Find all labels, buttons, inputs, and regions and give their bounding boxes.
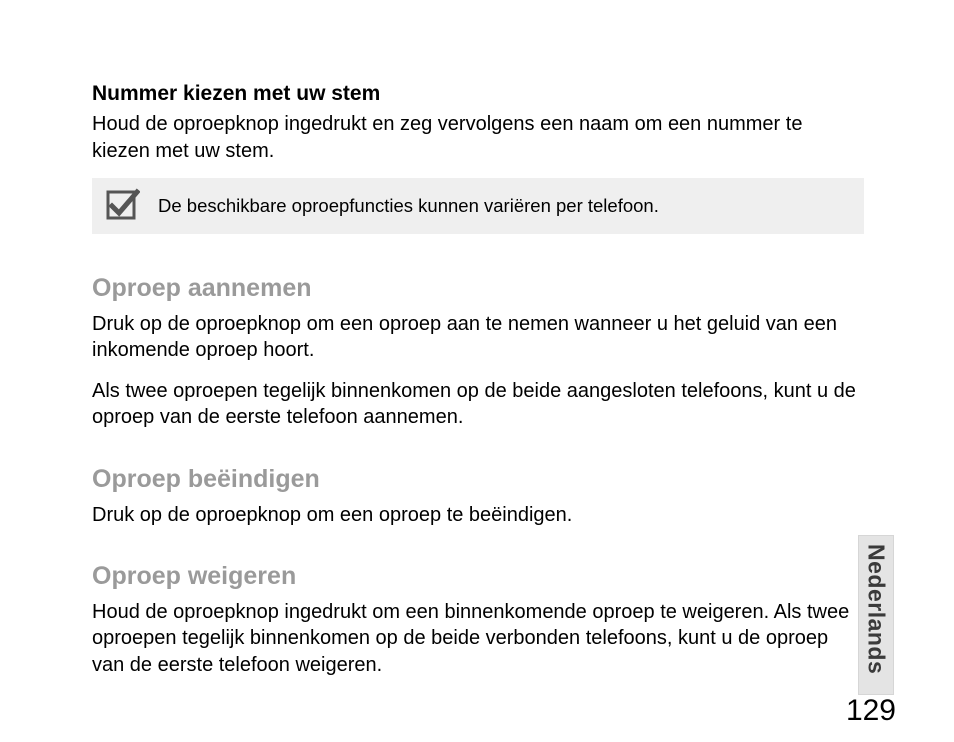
- section1-body: Houd de oproepknop ingedrukt en zeg verv…: [92, 111, 864, 164]
- language-label: Nederlands: [863, 536, 890, 674]
- note-text: De beschikbare oproepfuncties kunnen var…: [158, 190, 659, 219]
- note-box: De beschikbare oproepfuncties kunnen var…: [92, 178, 864, 234]
- section2-body2: Als twee oproepen tegelijk binnenkomen o…: [92, 378, 864, 431]
- section1-title: Nummer kiezen met uw stem: [92, 80, 864, 107]
- section2-title: Oproep aannemen: [92, 274, 864, 303]
- checkmark-box-icon: [106, 188, 140, 222]
- section4-body: Houd de oproepknop ingedrukt om een binn…: [92, 599, 864, 678]
- section2-body1: Druk op de oproepknop om een oproep aan …: [92, 311, 864, 364]
- section3-body: Druk op de oproepknop om een oproep te b…: [92, 502, 864, 528]
- section4-title: Oproep weigeren: [92, 562, 864, 591]
- language-side-tab: Nederlands: [858, 535, 894, 695]
- manual-page: Nummer kiezen met uw stem Houd de oproep…: [0, 0, 954, 742]
- page-number: 129: [846, 694, 896, 728]
- section3-title: Oproep beëindigen: [92, 465, 864, 494]
